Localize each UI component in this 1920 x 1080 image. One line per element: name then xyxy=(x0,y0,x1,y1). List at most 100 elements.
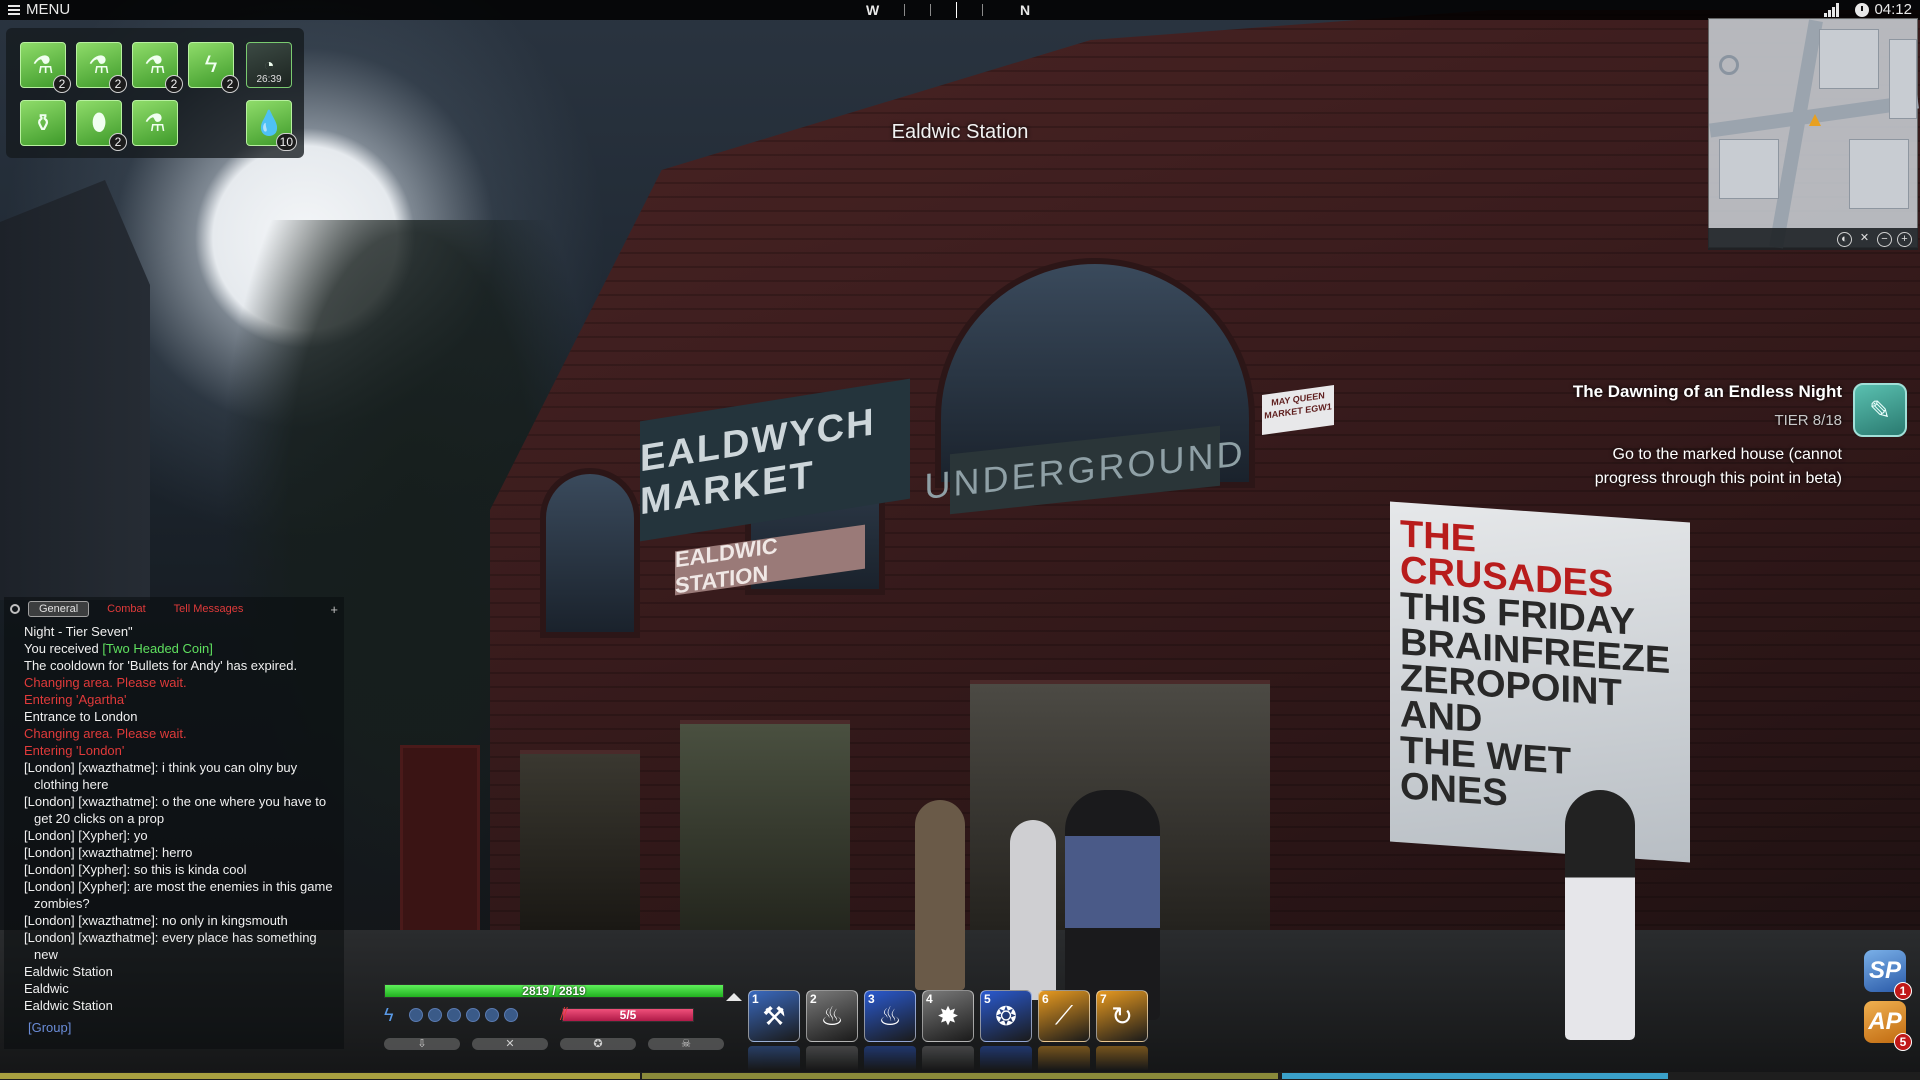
zoom-in-button[interactable]: + xyxy=(1897,231,1912,247)
item-count: 2 xyxy=(165,75,183,93)
expand-arrow-icon[interactable] xyxy=(726,993,742,1001)
blue-fire-icon: ♨ xyxy=(878,1000,902,1031)
ability-slot-5[interactable]: 5 ❂ xyxy=(980,990,1032,1042)
skill-points-button[interactable]: SP 1 xyxy=(1864,950,1912,1000)
top-bar: MENU W N 04:12 xyxy=(0,0,1920,20)
tab-combat[interactable]: Combat xyxy=(97,602,156,616)
chat-line: [London] [Xypher]: are most the enemies … xyxy=(24,879,333,911)
health-text: 2819 / 2819 xyxy=(522,984,586,998)
quest-tracker[interactable]: The Dawning of an Endless Night TIER 8/1… xyxy=(1362,382,1842,491)
minimap[interactable] xyxy=(1708,18,1919,249)
chat-input[interactable]: [Group] xyxy=(28,1020,71,1035)
compass-tick xyxy=(930,4,931,16)
lightning-slot[interactable]: ϟ 2 xyxy=(188,42,239,93)
skull-icon[interactable]: ☠ xyxy=(648,1038,724,1050)
add-tab-icon[interactable]: + xyxy=(330,602,338,617)
energy-bar: ϟ xyxy=(384,1005,518,1025)
ap-count: 5 xyxy=(1894,1033,1912,1051)
tab-general[interactable]: General xyxy=(28,601,90,617)
ability-hotkey: 3 xyxy=(868,992,875,1006)
map-globe-button[interactable]: ◐ xyxy=(1837,231,1852,247)
resource-text: 5/5 xyxy=(619,1008,637,1022)
chat-window: General Combat Tell Messages + Night - T… xyxy=(4,597,344,1049)
ability-hotkey: 2 xyxy=(810,992,817,1006)
potion-slot[interactable]: ⚗ 2 xyxy=(132,42,183,93)
menu-button[interactable]: MENU xyxy=(8,0,70,20)
crossed-swords-icon[interactable]: ✕ xyxy=(472,1038,548,1050)
sp-label: SP xyxy=(1868,957,1901,984)
ability-points-button[interactable]: AP 5 xyxy=(1864,1001,1912,1051)
xp-segment xyxy=(642,1073,1278,1079)
cooldown-slot[interactable]: ◔ 26:39 xyxy=(246,42,292,88)
arched-window xyxy=(540,468,640,638)
item-count: 2 xyxy=(109,75,127,93)
secondary-ability-slot[interactable] xyxy=(922,1046,974,1070)
fire-ring-icon: ❂ xyxy=(995,1000,1017,1031)
chat-line: [London] [xwazthatme]: no only in kingsm… xyxy=(24,913,288,928)
chat-line: [London] [xwazthatme]: i think you can o… xyxy=(24,760,298,792)
ability-slot-7[interactable]: 7 ↻ xyxy=(1096,990,1148,1042)
item-link[interactable]: [Two Headed Coin] xyxy=(102,641,213,656)
star-icon[interactable]: ✪ xyxy=(560,1038,636,1050)
secondary-ability-slot[interactable] xyxy=(806,1046,858,1070)
ap-label: AP xyxy=(1868,1008,1902,1035)
potion-slot[interactable]: ⚗ 2 xyxy=(76,42,127,93)
slash-icon: ⟋ xyxy=(1054,1000,1074,1030)
ability-slot-3[interactable]: 3 ♨ xyxy=(864,990,916,1042)
potion-icon: ⚗ xyxy=(32,51,54,79)
chat-line: Ealdwic Station xyxy=(24,998,113,1013)
menu-label: MENU xyxy=(26,1,71,18)
down-arrow-icon[interactable]: ⇩ xyxy=(384,1038,460,1050)
compass-tick xyxy=(982,4,983,16)
shop-entrance xyxy=(680,720,850,940)
secondary-ability-slot[interactable] xyxy=(748,1046,800,1070)
cooldown-timer: 26:39 xyxy=(256,74,282,85)
potion-slot[interactable]: ⚗ 2 xyxy=(20,42,71,93)
secondary-ability-slot[interactable] xyxy=(1096,1046,1148,1070)
npc-character[interactable] xyxy=(1010,820,1056,1000)
chat-log: Night - Tier Seven" You received [Two He… xyxy=(4,621,344,1014)
quest-tier: TIER 8/18 xyxy=(1774,412,1842,429)
ability-slot-6[interactable]: 6 ⟋ xyxy=(1038,990,1090,1042)
secondary-ability-bar xyxy=(748,1046,1148,1070)
ability-slot-2[interactable]: 2 ♨ xyxy=(806,990,858,1042)
chat-line: [London] [xwazthatme]: herro xyxy=(24,845,193,860)
energy-pip xyxy=(409,1008,423,1022)
gear-icon[interactable] xyxy=(10,604,20,614)
energy-pip xyxy=(447,1008,461,1022)
npc-character[interactable] xyxy=(1565,790,1635,1040)
potion-icon: ⚗ xyxy=(88,51,110,79)
explosion-icon: ✸ xyxy=(937,1000,959,1031)
health-bar: 2819 / 2819 xyxy=(384,984,724,998)
ability-slot-1[interactable]: 1 ⚒ xyxy=(748,990,800,1042)
concert-poster: THE CRUSADES THIS FRIDAY BRAINFREEZE ZER… xyxy=(1390,501,1690,863)
compass-north: N xyxy=(1020,2,1031,18)
item-count: 2 xyxy=(221,75,239,93)
secondary-ability-slot[interactable] xyxy=(1038,1046,1090,1070)
energy-pip xyxy=(504,1008,518,1022)
left-building xyxy=(0,180,150,600)
zoom-out-button[interactable]: − xyxy=(1877,231,1892,247)
flame-icon: ♨ xyxy=(820,1000,844,1031)
ability-hotkey: 1 xyxy=(752,992,759,1006)
minimap-controls: ◐ ✕ − + xyxy=(1708,228,1918,250)
feather-icon[interactable]: ✎ xyxy=(1853,383,1907,437)
chat-text: You received xyxy=(24,641,103,656)
energy-icon: ϟ xyxy=(384,1005,394,1025)
npc-character[interactable] xyxy=(915,800,965,990)
secondary-ability-slot[interactable] xyxy=(864,1046,916,1070)
chat-line: [London] [xwazthatme]: o the one where y… xyxy=(24,794,327,826)
tab-tell-messages[interactable]: Tell Messages xyxy=(164,602,254,616)
compass-tick xyxy=(904,4,905,16)
chat-line: [London] [xwazthatme]: every place has s… xyxy=(24,930,317,962)
timer-icon: ◔ xyxy=(263,54,275,75)
player-arrow-icon xyxy=(1809,114,1821,126)
map-marker-icon[interactable] xyxy=(1719,55,1739,75)
utility-bar: ⇩ ✕ ✪ ☠ xyxy=(384,1038,724,1050)
compass-west: W xyxy=(866,2,880,18)
map-close-button[interactable]: ✕ xyxy=(1857,232,1872,247)
chat-line: [London] [Xypher]: yo xyxy=(24,828,148,843)
energy-pip xyxy=(466,1008,480,1022)
secondary-ability-slot[interactable] xyxy=(980,1046,1032,1070)
ability-slot-4[interactable]: 4 ✸ xyxy=(922,990,974,1042)
